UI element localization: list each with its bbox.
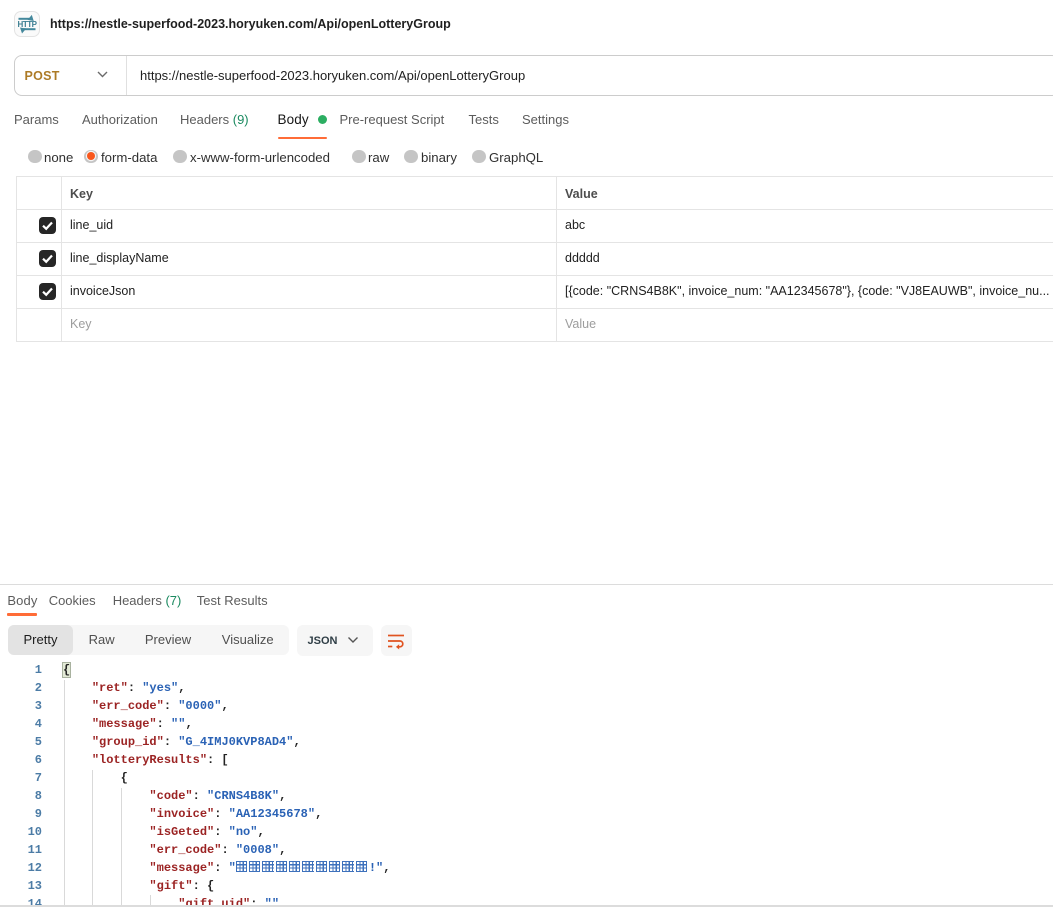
svg-text:HTTP: HTTP	[18, 20, 38, 29]
